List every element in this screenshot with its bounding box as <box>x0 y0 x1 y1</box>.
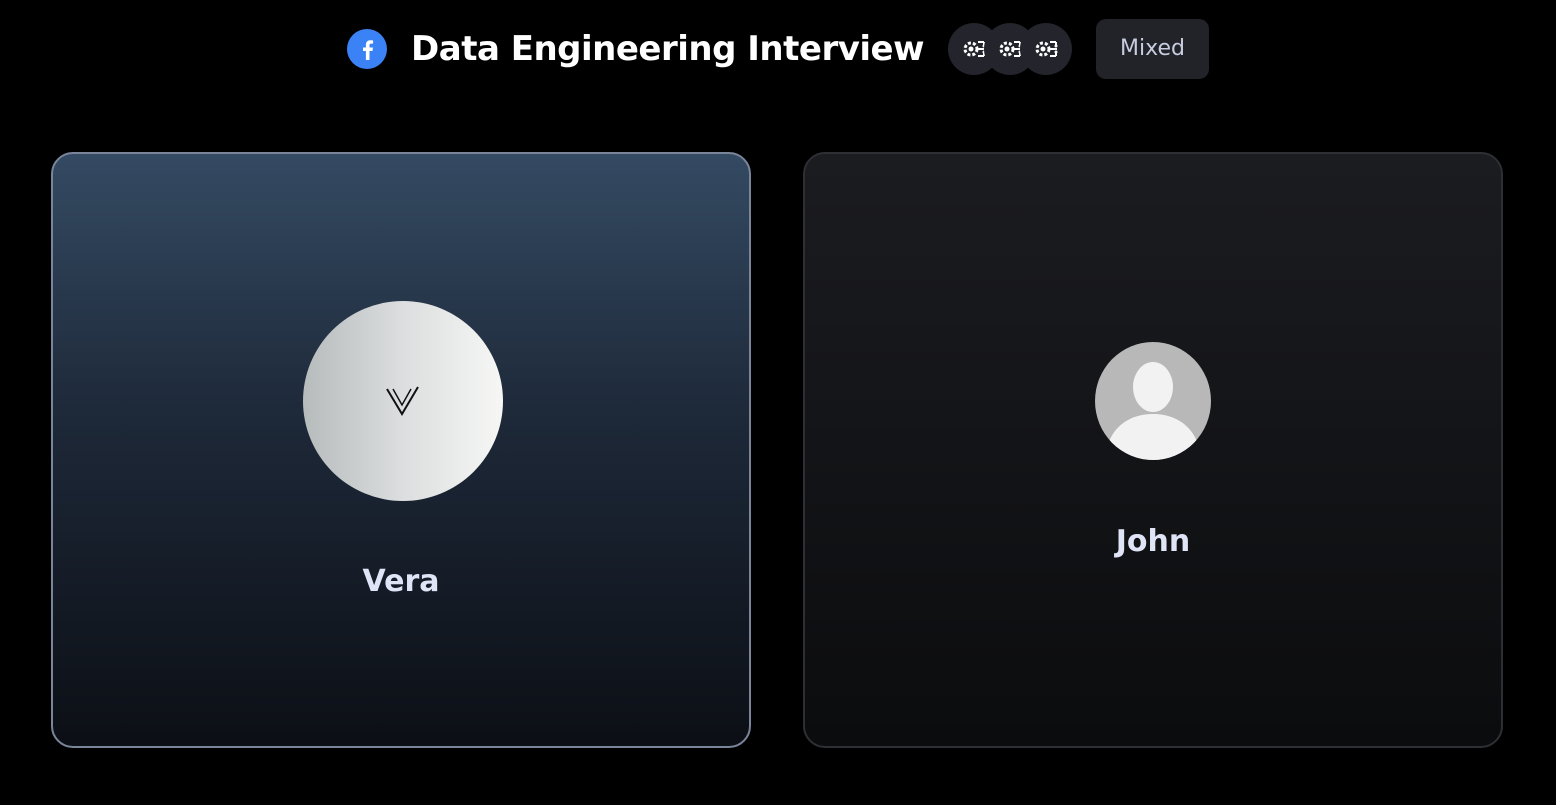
facebook-icon <box>347 29 388 69</box>
avatar <box>303 301 503 501</box>
skill-icon-group <box>948 23 1073 75</box>
participant-name: Vera <box>362 564 440 599</box>
avatar <box>1095 342 1211 460</box>
user-silhouette-icon <box>1105 362 1201 460</box>
mode-badge[interactable]: Mixed <box>1096 19 1209 79</box>
participant-card-john: John <box>803 152 1503 748</box>
vera-logo-icon <box>386 386 419 416</box>
participant-card-vera: Vera <box>51 152 751 748</box>
gear-circuit-icon <box>1020 23 1073 75</box>
header-bar: Data Engineering Interview Mixed <box>0 18 1556 80</box>
interview-title: Data Engineering Interview <box>411 29 925 69</box>
participant-name: John <box>1115 524 1191 559</box>
